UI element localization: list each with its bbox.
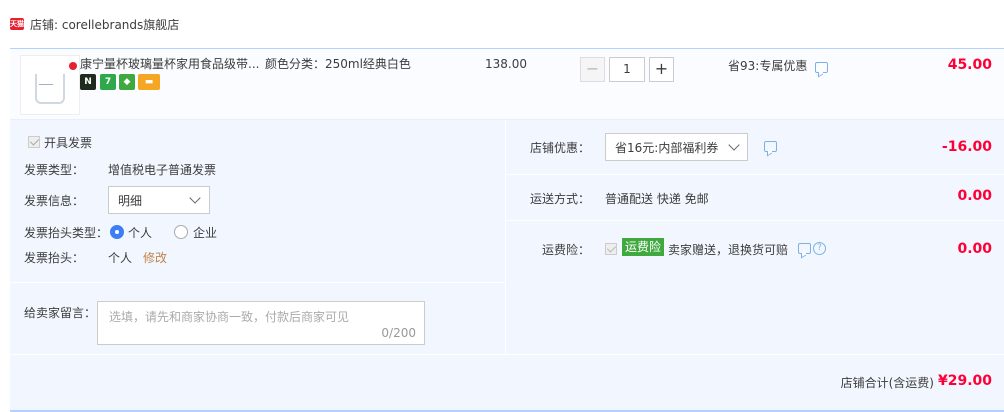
shipping-insurance-checkbox[interactable] [605,243,617,255]
cat-badge-icon[interactable]: N [80,74,96,90]
brand-dot-icon [69,62,77,70]
seller-note-input[interactable]: 选填，请先和商家协商一致，付款后商家可见 0/200 [97,301,425,345]
coupon-message-icon[interactable] [764,141,777,152]
radio-company[interactable] [174,225,188,239]
shop-name[interactable]: 店铺: corellebrands旗舰店 [30,16,179,33]
invoice-header-type-label: 发票抬头类型： [24,226,109,240]
shipping-insurance-tag: 运费险 [622,238,665,256]
shop-discount-amount: -16.00 [941,139,992,155]
delivery-amount: 0.00 [957,188,992,204]
product-sku: 颜色分类：250ml经典白色 [265,57,411,71]
divider [506,220,1004,221]
shield-icon[interactable]: ◆ [119,74,135,90]
divider [10,282,506,283]
seven-day-return-icon[interactable]: 7 [100,74,116,90]
seller-note-count: 0/200 [381,326,416,340]
chevron-down-icon [189,192,201,204]
invoice-header-label: 发票抬头： [24,251,85,265]
delivery-label: 运送方式： [530,192,591,206]
shop-discount-select[interactable]: 省16元:内部福利券 [605,133,748,161]
divider [506,174,1004,175]
invoice-info-label: 发票信息： [24,194,85,208]
credit-card-icon[interactable]: ▬ [138,74,160,90]
invoice-type-label: 发票类型： [24,163,85,177]
unit-price: 138.00 [485,57,527,71]
insurance-message-icon[interactable] [798,243,811,254]
shipping-insurance-amount: 0.00 [957,241,992,257]
help-icon[interactable]: ? [813,242,826,255]
product-thumbnail[interactable] [20,55,80,115]
shop-total-label: 店铺合计(含运费) [840,376,934,390]
item-discount: 省93:专属优惠 [728,59,808,73]
shipping-insurance-label: 运费险： [542,243,591,257]
measuring-mark [39,84,53,85]
shop-total-amount: ¥29.00 [937,373,992,389]
item-total: 45.00 [947,57,992,73]
invoice-info-value: 明细 [118,194,143,208]
measuring-cup-icon [35,74,65,104]
radio-personal[interactable] [110,225,124,239]
shop-discount-label: 店铺优惠： [530,141,591,155]
shipping-insurance-value: 卖家赠送，退换货可赔 [668,243,789,257]
invoice-header-value: 个人 [108,251,133,265]
radio-personal-label[interactable]: 个人 [128,224,152,241]
invoice-info-select[interactable]: 明细 [108,186,210,214]
invoice-panel: 开具发票 发票类型： 增值税电子普通发票 发票信息： 明细 发票抬头类型： 个人… [10,120,506,354]
seller-note-label: 给卖家留言： [24,306,97,320]
quantity-decrease-button[interactable]: − [580,57,605,82]
shop-discount-value: 省16元:内部福利券 [615,141,719,155]
shop-header: 天猫 店铺: corellebrands旗舰店 [0,0,1004,48]
chevron-down-icon [728,139,740,151]
product-title[interactable]: 康宁量杯玻璃量杯家用食品级带... [80,55,260,72]
order-options-panel: 店铺优惠： 省16元:内部福利券 -16.00 运送方式： 普通配送 快递 免邮… [506,120,1004,354]
seller-note-placeholder: 选填，请先和商家协商一致，付款后商家可见 [109,310,350,324]
discount-message-icon[interactable] [815,62,828,73]
delivery-value: 普通配送 快递 免邮 [605,192,709,206]
order-item-row: 康宁量杯玻璃量杯家用食品级带... 颜色分类：250ml经典白色 N 7 ◆ ▬… [10,48,1004,120]
tmall-badge-icon: 天猫 [10,18,24,30]
issue-invoice-checkbox[interactable] [28,136,40,148]
modify-invoice-link[interactable]: 修改 [143,249,167,266]
radio-company-label[interactable]: 企业 [193,224,217,241]
invoice-type-value: 增值税电子普通发票 [108,163,217,177]
quantity-increase-button[interactable]: + [649,57,674,82]
quantity-input[interactable]: 1 [609,57,645,82]
issue-invoice-label: 开具发票 [44,136,93,150]
shop-total-bar: 店铺合计(含运费) ¥29.00 [10,354,1004,410]
